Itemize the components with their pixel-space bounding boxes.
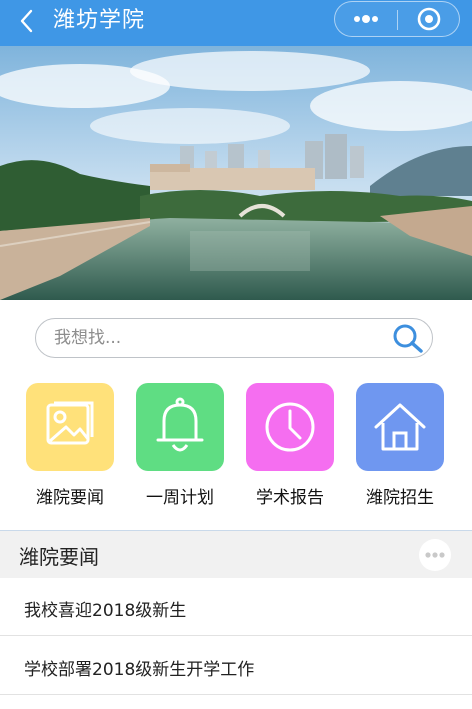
search-and-menu-section: 潍院要闻 一周计划 学术报告 bbox=[0, 300, 472, 530]
search-bar bbox=[35, 318, 433, 358]
close-mini-program-button[interactable] bbox=[399, 2, 459, 36]
menu-label: 潍院招生 bbox=[366, 488, 434, 508]
home-icon bbox=[374, 403, 426, 451]
top-navigation-bar: 潍坊学院 bbox=[0, 0, 472, 46]
search-input[interactable] bbox=[54, 325, 374, 351]
page-title: 潍坊学院 bbox=[53, 8, 146, 33]
clock-icon bbox=[265, 402, 315, 452]
news-title: 学校部署2018级新生开学工作 bbox=[24, 660, 255, 680]
list-item[interactable]: 学校部署2018级新生开学工作 bbox=[0, 637, 472, 695]
back-arrow-icon bbox=[20, 9, 33, 33]
campus-lake-photo bbox=[0, 46, 472, 300]
back-button[interactable] bbox=[12, 6, 42, 36]
more-menu-button[interactable] bbox=[335, 2, 397, 36]
news-title: 我校喜迎2018级新生 bbox=[24, 601, 187, 621]
more-dots-icon bbox=[354, 15, 378, 23]
menu-icon-tile bbox=[136, 383, 224, 471]
menu-item-news[interactable]: 潍院要闻 bbox=[18, 383, 122, 513]
section-title: 潍院要闻 bbox=[19, 545, 99, 569]
menu-icon-tile bbox=[356, 383, 444, 471]
menu-icon-tile bbox=[246, 383, 334, 471]
picture-icon bbox=[46, 401, 94, 445]
menu-item-admissions[interactable]: 潍院招生 bbox=[348, 383, 452, 513]
search-icon bbox=[393, 324, 423, 353]
banner-image[interactable] bbox=[0, 46, 472, 300]
target-close-icon bbox=[417, 7, 441, 31]
search-button[interactable] bbox=[390, 322, 426, 354]
menu-item-weekly-plan[interactable]: 一周计划 bbox=[128, 383, 232, 513]
news-list: 我校喜迎2018级新生 学校部署2018级新生开学工作 bbox=[0, 578, 472, 709]
menu-label: 学术报告 bbox=[256, 488, 324, 508]
list-item[interactable]: 我校喜迎2018级新生 bbox=[0, 578, 472, 636]
menu-label: 潍院要闻 bbox=[36, 488, 104, 508]
bell-icon bbox=[156, 397, 204, 452]
news-section-header: 潍院要闻 bbox=[0, 530, 472, 578]
menu-label: 一周计划 bbox=[146, 488, 214, 508]
menu-icon-tile bbox=[26, 383, 114, 471]
mini-program-capsule bbox=[334, 1, 460, 37]
more-dots-icon bbox=[419, 539, 451, 571]
menu-item-academic-report[interactable]: 学术报告 bbox=[238, 383, 342, 513]
section-more-button[interactable] bbox=[419, 539, 451, 571]
capsule-divider bbox=[397, 10, 398, 30]
